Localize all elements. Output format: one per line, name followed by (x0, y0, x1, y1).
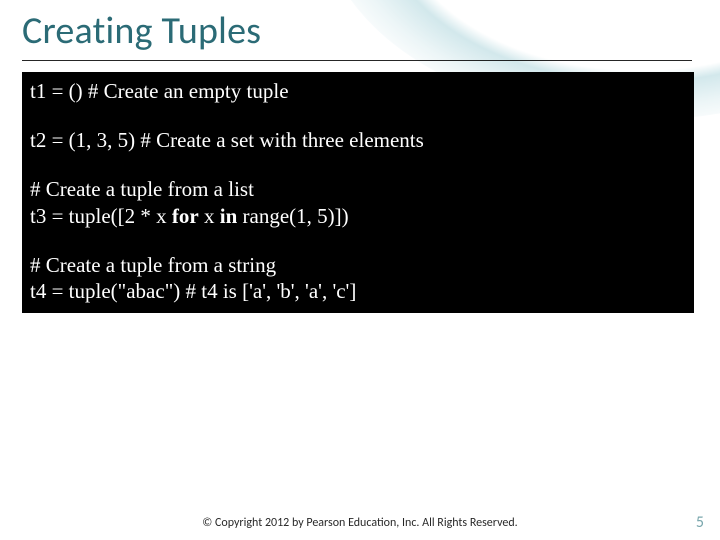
title-underline (22, 58, 692, 61)
code-line: t4 = tuple("abac") # t4 is ['a', 'b', 'a… (30, 278, 686, 305)
copyright-footer: © Copyright 2012 by Pearson Education, I… (0, 516, 720, 530)
page-number: 5 (696, 513, 704, 532)
code-line: t2 = (1, 3, 5) # Create a set with three… (30, 127, 686, 154)
slide: Creating Tuples t1 = () # Create an empt… (0, 0, 720, 540)
code-line: # Create a tuple from a string (30, 252, 686, 279)
code-block: t1 = () # Create an empty tuple t2 = (1,… (22, 72, 694, 313)
code-text: x (199, 204, 220, 228)
slide-title: Creating Tuples (22, 8, 261, 54)
code-keyword: in (220, 204, 238, 228)
code-text: range(1, 5)]) (237, 204, 348, 228)
code-line: t3 = tuple([2 * x for x in range(1, 5)]) (30, 203, 686, 230)
code-keyword: for (172, 204, 199, 228)
code-text: t3 = tuple([2 * x (30, 204, 172, 228)
code-line: # Create a tuple from a list (30, 176, 686, 203)
code-line: t1 = () # Create an empty tuple (30, 78, 686, 105)
